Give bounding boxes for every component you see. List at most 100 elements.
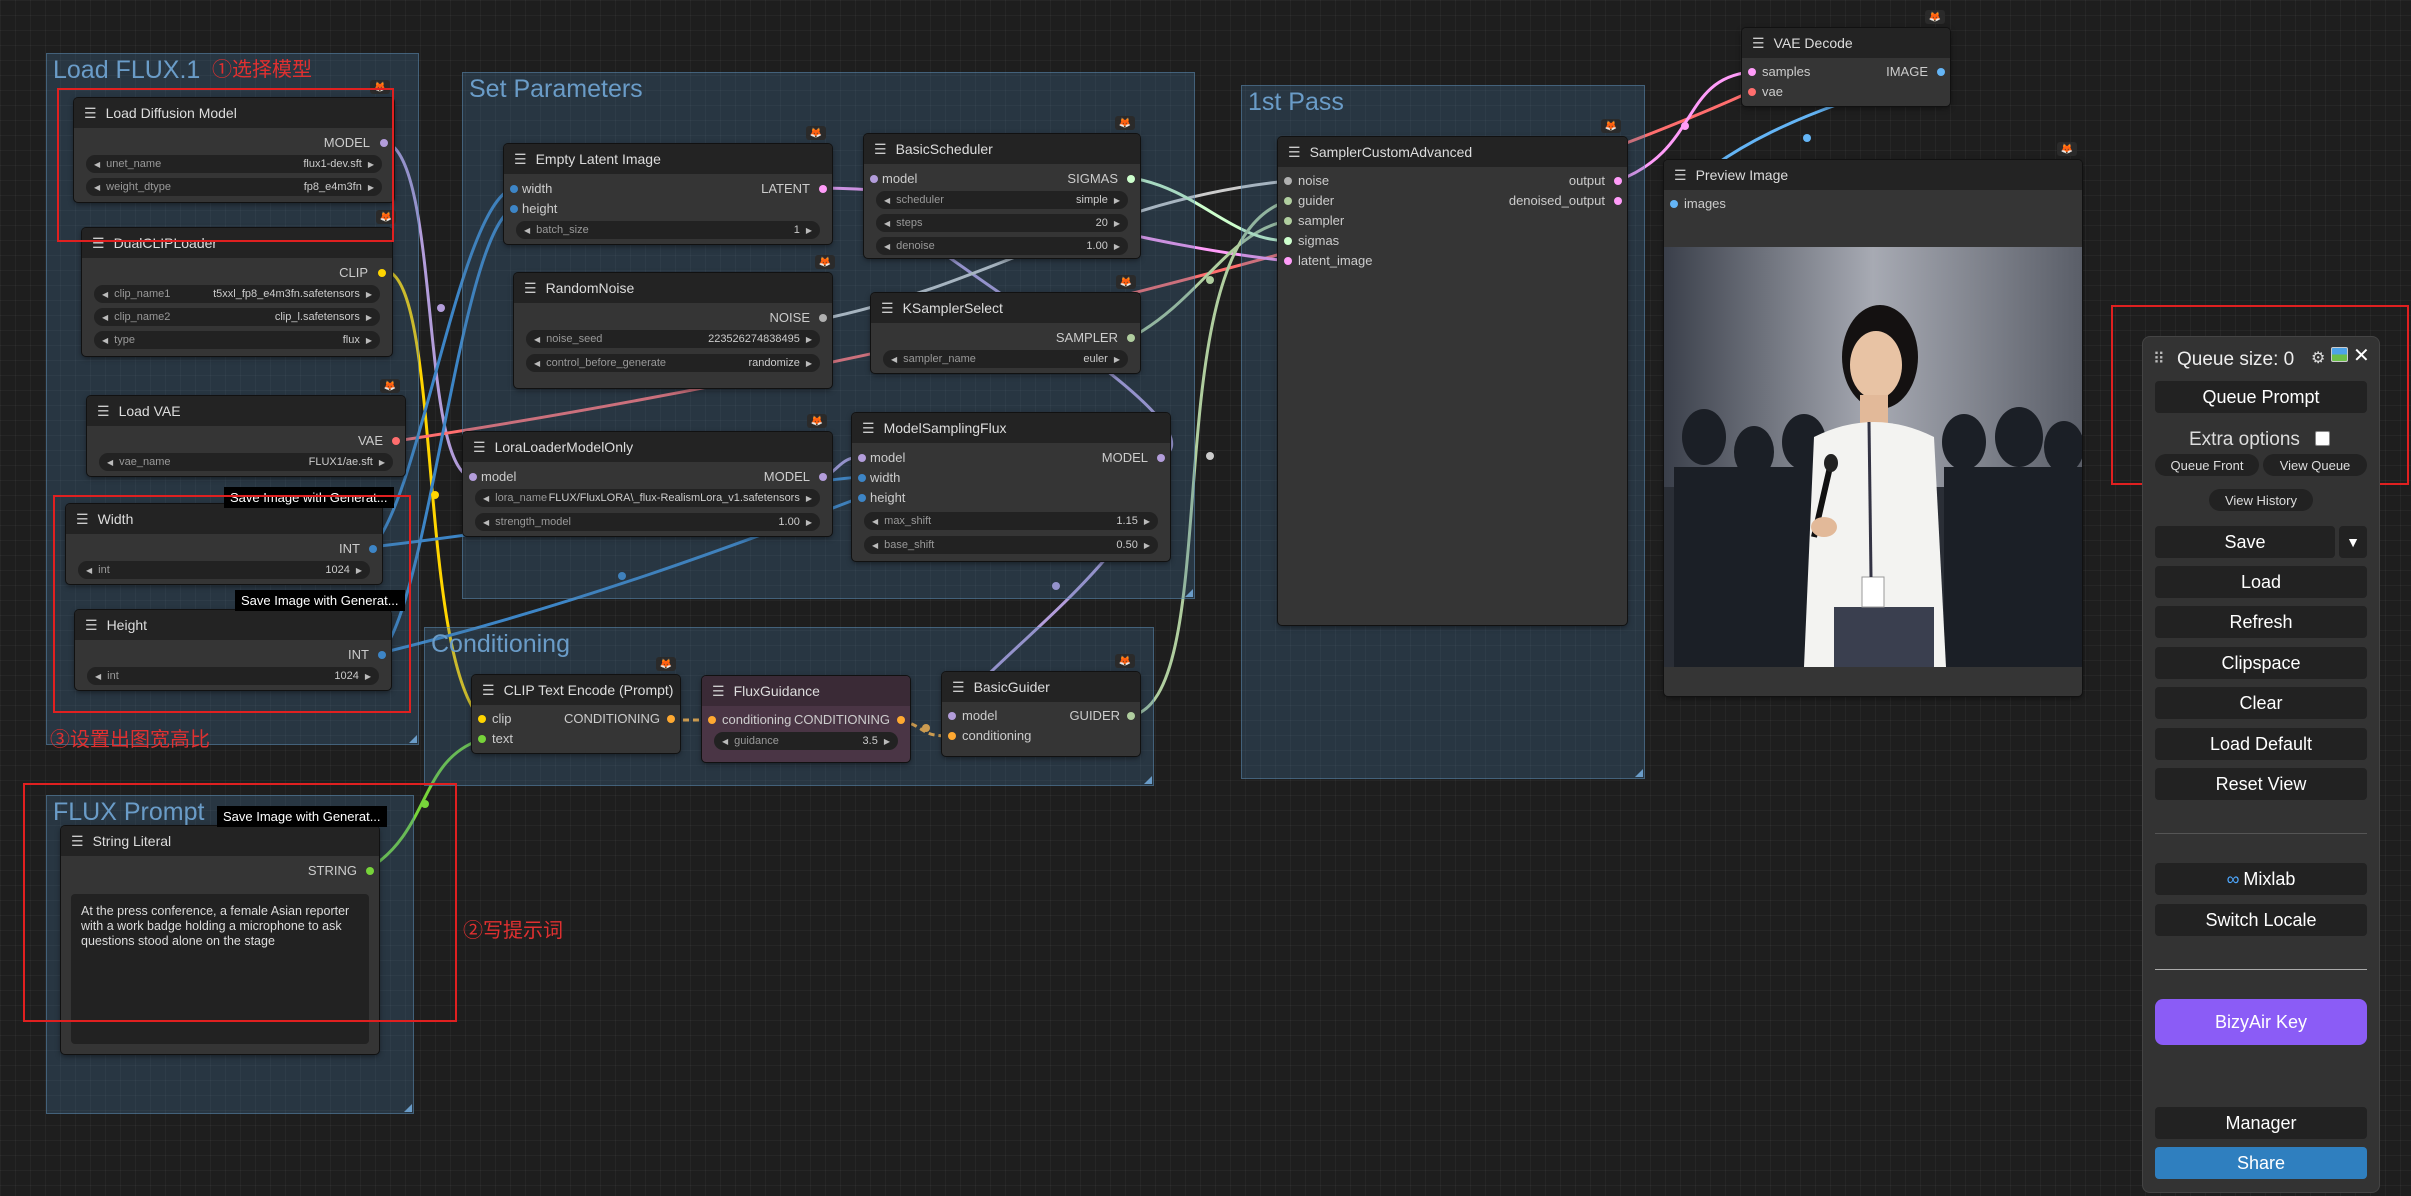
group-resize-handle[interactable] bbox=[1635, 769, 1643, 777]
refresh-button[interactable]: Refresh bbox=[2155, 606, 2367, 638]
widget-batch-size[interactable]: ◀ batch_size 1 ▶ bbox=[516, 221, 820, 239]
node-title[interactable]: ☰ SamplerCustomAdvanced bbox=[1278, 137, 1627, 167]
pin-icon[interactable]: 🦊 bbox=[807, 414, 827, 428]
group-resize-handle[interactable] bbox=[409, 735, 417, 743]
arrow-right-icon[interactable]: ▶ bbox=[806, 335, 812, 344]
output-model-dot[interactable] bbox=[819, 473, 827, 481]
widget-scheduler[interactable]: ◀ scheduler simple ▶ bbox=[876, 191, 1128, 209]
close-icon[interactable]: ✕ bbox=[2353, 343, 2370, 368]
arrow-right-icon[interactable]: ▶ bbox=[366, 313, 372, 322]
output-denoised-dot[interactable] bbox=[1614, 197, 1622, 205]
arrow-left-icon[interactable]: ◀ bbox=[107, 458, 113, 467]
node-random-noise[interactable]: ☰ RandomNoise NOISE ◀ noise_seed 2235262748… bbox=[514, 273, 832, 388]
arrow-right-icon[interactable]: ▶ bbox=[1114, 242, 1120, 251]
input-model-dot[interactable] bbox=[469, 473, 477, 481]
arrow-left-icon[interactable]: ◀ bbox=[524, 226, 530, 235]
menu-icon[interactable]: ☰ bbox=[712, 683, 725, 700]
output-output-dot[interactable] bbox=[1614, 177, 1622, 185]
node-ksampler-select[interactable]: ☰ KSamplerSelect SAMPLER ◀ sampler_name eul… bbox=[871, 293, 1140, 373]
node-title[interactable]: ☰ ModelSamplingFlux bbox=[852, 413, 1170, 443]
widget-guidance[interactable]: ◀ guidance 3.5 ▶ bbox=[714, 732, 898, 750]
node-title[interactable]: ☰ FluxGuidance bbox=[702, 676, 910, 706]
drag-handle-icon[interactable]: ⠿ bbox=[2153, 349, 2165, 369]
pin-icon[interactable]: 🦊 bbox=[1925, 10, 1945, 24]
pin-icon[interactable]: 🦊 bbox=[806, 126, 826, 140]
input-model-dot[interactable] bbox=[870, 175, 878, 183]
clipspace-button[interactable]: Clipspace bbox=[2155, 647, 2367, 679]
load-default-button[interactable]: Load Default bbox=[2155, 728, 2367, 760]
arrow-right-icon[interactable]: ▶ bbox=[1144, 541, 1150, 550]
node-load-vae[interactable]: ☰ Load VAE VAE ◀ vae_name FLUX1/ae.sft ▶ bbox=[87, 396, 405, 476]
pin-icon[interactable]: 🦊 bbox=[2057, 142, 2077, 156]
arrow-left-icon[interactable]: ◀ bbox=[884, 242, 890, 251]
widget-sampler-name[interactable]: ◀ sampler_name euler ▶ bbox=[883, 350, 1128, 368]
input-guider-dot[interactable] bbox=[1284, 197, 1292, 205]
pin-icon[interactable]: 🦊 bbox=[1115, 116, 1135, 130]
input-model-dot[interactable] bbox=[948, 712, 956, 720]
arrow-left-icon[interactable]: ◀ bbox=[722, 737, 728, 746]
group-resize-handle[interactable] bbox=[1144, 776, 1152, 784]
menu-icon[interactable]: ☰ bbox=[881, 300, 894, 317]
menu-icon[interactable]: ☰ bbox=[952, 679, 965, 696]
pin-icon[interactable]: 🦊 bbox=[1115, 654, 1135, 668]
mixlab-button[interactable]: ∞ Mixlab bbox=[2155, 863, 2367, 895]
arrow-right-icon[interactable]: ▶ bbox=[806, 226, 812, 235]
output-model-dot[interactable] bbox=[1157, 454, 1165, 462]
input-height-dot[interactable] bbox=[510, 205, 518, 213]
widget-noise-seed[interactable]: ◀ noise_seed 223526274838495 ▶ bbox=[526, 330, 820, 348]
input-model-dot[interactable] bbox=[858, 454, 866, 462]
output-sigmas-dot[interactable] bbox=[1127, 175, 1135, 183]
input-conditioning-dot[interactable] bbox=[948, 732, 956, 740]
extra-options-checkbox[interactable] bbox=[2315, 431, 2330, 446]
reset-view-button[interactable]: Reset View bbox=[2155, 768, 2367, 800]
input-width-dot[interactable] bbox=[858, 474, 866, 482]
node-title[interactable]: ☰ VAE Decode bbox=[1742, 28, 1950, 58]
widget-base-shift[interactable]: ◀ base_shift 0.50 ▶ bbox=[864, 536, 1158, 554]
widget-denoise[interactable]: ◀ denoise 1.00 ▶ bbox=[876, 237, 1128, 255]
queue-front-button[interactable]: Queue Front bbox=[2155, 454, 2259, 476]
input-images-dot[interactable] bbox=[1670, 200, 1678, 208]
view-history-button[interactable]: View History bbox=[2209, 489, 2313, 511]
widget-type[interactable]: ◀ type flux ▶ bbox=[94, 331, 380, 349]
widget-control-before-generate[interactable]: ◀ control_before_generate randomize ▶ bbox=[526, 354, 820, 372]
menu-icon[interactable]: ☰ bbox=[1288, 144, 1301, 161]
output-conditioning-dot[interactable] bbox=[667, 715, 675, 723]
output-conditioning-dot[interactable] bbox=[897, 716, 905, 724]
node-title[interactable]: ☰ Preview Image bbox=[1664, 160, 2082, 190]
manager-button[interactable]: Manager bbox=[2155, 1107, 2367, 1139]
group-resize-handle[interactable] bbox=[1185, 589, 1193, 597]
arrow-left-icon[interactable]: ◀ bbox=[534, 359, 540, 368]
node-flux-guidance[interactable]: ☰ FluxGuidance conditioning CONDITIONING … bbox=[702, 676, 910, 762]
menu-icon[interactable]: ☰ bbox=[473, 439, 486, 456]
menu-icon[interactable]: ☰ bbox=[1752, 35, 1765, 52]
arrow-left-icon[interactable]: ◀ bbox=[102, 290, 108, 299]
clear-button[interactable]: Clear bbox=[2155, 687, 2367, 719]
arrow-right-icon[interactable]: ▶ bbox=[366, 290, 372, 299]
load-button[interactable]: Load bbox=[2155, 566, 2367, 598]
menu-icon[interactable]: ☰ bbox=[524, 280, 537, 297]
node-lora-loader-model-only[interactable]: ☰ LoraLoaderModelOnly model MODEL ◀ lora_n… bbox=[463, 432, 832, 536]
node-preview-image[interactable]: ☰ Preview Image images bbox=[1664, 160, 2082, 696]
pin-icon[interactable]: 🦊 bbox=[1601, 119, 1621, 133]
arrow-right-icon[interactable]: ▶ bbox=[806, 359, 812, 368]
menu-icon[interactable]: ☰ bbox=[97, 403, 110, 420]
preview-photo[interactable] bbox=[1664, 247, 2082, 667]
queue-prompt-button[interactable]: Queue Prompt bbox=[2155, 381, 2367, 413]
arrow-right-icon[interactable]: ▶ bbox=[1144, 517, 1150, 526]
save-dropdown-button[interactable]: ▼ bbox=[2339, 526, 2367, 558]
input-height-dot[interactable] bbox=[858, 494, 866, 502]
arrow-right-icon[interactable]: ▶ bbox=[1114, 355, 1120, 364]
node-model-sampling-flux[interactable]: ☰ ModelSamplingFlux model width height MO… bbox=[852, 413, 1170, 561]
input-text-dot[interactable] bbox=[478, 735, 486, 743]
output-latent-dot[interactable] bbox=[819, 185, 827, 193]
menu-icon[interactable]: ☰ bbox=[482, 682, 495, 699]
bizyair-key-button[interactable]: BizyAir Key bbox=[2155, 999, 2367, 1045]
save-button[interactable]: Save bbox=[2155, 526, 2335, 558]
output-image-dot[interactable] bbox=[1937, 68, 1945, 76]
arrow-right-icon[interactable]: ▶ bbox=[1114, 219, 1120, 228]
arrow-left-icon[interactable]: ◀ bbox=[891, 355, 897, 364]
input-samples-dot[interactable] bbox=[1748, 68, 1756, 76]
arrow-left-icon[interactable]: ◀ bbox=[102, 313, 108, 322]
widget-clip-name2[interactable]: ◀ clip_name2 clip_l.safetensors ▶ bbox=[94, 308, 380, 326]
group-resize-handle[interactable] bbox=[404, 1104, 412, 1112]
